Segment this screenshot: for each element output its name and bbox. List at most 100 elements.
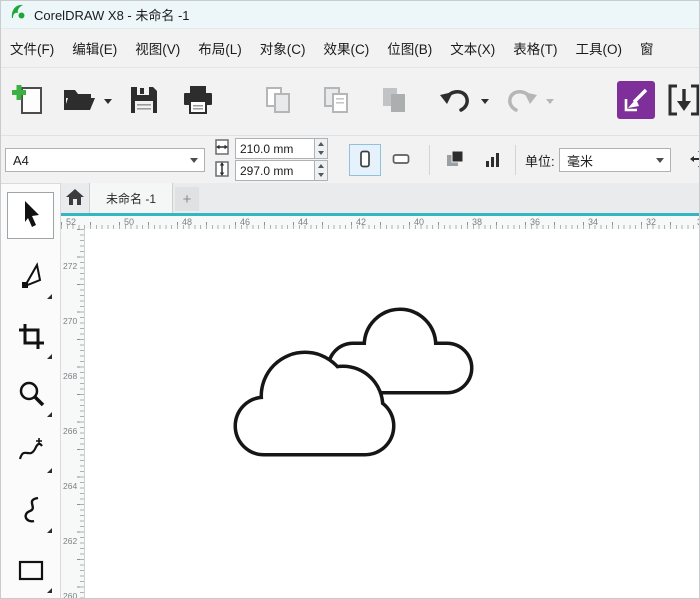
menu-table[interactable]: 表格(T) [504, 29, 566, 67]
ruler-number: 266 [63, 426, 78, 436]
portrait-button[interactable] [349, 144, 381, 176]
units-label: 单位: [525, 153, 555, 169]
paste-button[interactable] [372, 76, 416, 128]
drawing-canvas[interactable] [85, 229, 699, 598]
ruler-number: 270 [63, 316, 78, 326]
flyout-arrow-icon [47, 294, 52, 299]
new-tab-button[interactable]: + [175, 187, 199, 211]
page-height-spinner[interactable] [315, 160, 328, 181]
save-button[interactable] [122, 76, 166, 128]
menu-layout[interactable]: 布局(L) [189, 29, 251, 67]
all-pages-button[interactable] [439, 144, 471, 176]
home-icon [65, 188, 85, 209]
page-artwork [233, 307, 474, 457]
page-height-input[interactable] [235, 160, 315, 181]
shape-tool-icon [16, 261, 46, 294]
ruler-number: 48 [182, 217, 193, 227]
page-size-value: A4 [13, 152, 29, 168]
menu-tools[interactable]: 工具(O) [567, 29, 632, 67]
ruler-number: 260 [63, 591, 78, 599]
ruler-number: 52 [66, 217, 77, 227]
flyout-arrow-icon [47, 354, 52, 359]
ruler-number: 36 [530, 217, 541, 227]
flyout-arrow-icon [47, 468, 52, 473]
freehand-tool[interactable] [7, 428, 54, 475]
spin-up-icon[interactable] [315, 161, 327, 171]
export-button[interactable] [662, 76, 699, 128]
shape-tool[interactable] [7, 254, 54, 301]
nudge-offset-button[interactable] [685, 144, 699, 176]
ruler-number: 40 [414, 217, 425, 227]
chevron-down-icon [480, 99, 489, 104]
print-button[interactable] [176, 76, 220, 128]
menu-window[interactable]: 窗 [631, 29, 663, 67]
plus-icon: + [182, 190, 192, 208]
import-button[interactable] [614, 76, 658, 128]
crop-tool[interactable] [7, 314, 54, 361]
ruler-number: 272 [63, 261, 78, 271]
current-page-button[interactable] [477, 144, 509, 176]
page-height-icon [213, 160, 231, 181]
ruler-number: 44 [298, 217, 309, 227]
flyout-arrow-icon [47, 528, 52, 533]
crop-tool-icon [16, 321, 46, 354]
copy-icon [320, 84, 352, 119]
freehand-tool-icon [16, 435, 46, 468]
page-size-select[interactable]: A4 [5, 148, 205, 172]
open-dropdown[interactable] [101, 76, 114, 128]
redo-dropdown[interactable] [543, 76, 556, 128]
ruler-number: 268 [63, 371, 78, 381]
open-folder-icon [61, 84, 97, 119]
spin-down-icon[interactable] [315, 149, 327, 159]
spin-up-icon[interactable] [315, 139, 327, 149]
ruler-number: 262 [63, 536, 78, 546]
redo-button[interactable] [499, 76, 543, 128]
undo-icon [440, 85, 472, 118]
page-width-icon [213, 138, 231, 159]
copy-button[interactable] [314, 76, 358, 128]
rectangle-tool-icon [16, 555, 46, 588]
page-width-input[interactable] [235, 138, 315, 159]
document-tab[interactable]: 未命名 -1 [89, 183, 173, 213]
menu-file[interactable]: 文件(F) [1, 29, 63, 67]
bspline-tool[interactable] [7, 488, 54, 535]
home-button[interactable] [61, 183, 89, 213]
import-icon [616, 80, 656, 123]
ruler-number: 34 [588, 217, 599, 227]
vertical-ruler[interactable]: 272 270 268 266 264 262 260 [61, 229, 85, 599]
print-icon [181, 84, 215, 119]
portrait-icon [355, 149, 375, 172]
zoom-tool[interactable] [7, 372, 54, 419]
chevron-down-icon [545, 99, 554, 104]
zoom-tool-icon [16, 379, 46, 412]
menu-edit[interactable]: 编辑(E) [63, 29, 126, 67]
units-select[interactable]: 毫米 [559, 148, 671, 172]
coreldraw-logo-icon [9, 3, 27, 26]
rectangle-tool[interactable] [7, 548, 54, 595]
undo-button[interactable] [434, 76, 478, 128]
ruler-number: 32 [646, 217, 657, 227]
document-tab-label: 未命名 -1 [105, 191, 156, 206]
spin-down-icon[interactable] [315, 171, 327, 181]
new-document-button[interactable] [7, 76, 51, 128]
chevron-down-icon [656, 157, 664, 163]
menu-view[interactable]: 视图(V) [126, 29, 189, 67]
undo-dropdown[interactable] [478, 76, 491, 128]
pick-tool[interactable] [7, 192, 54, 239]
window-title: CorelDRAW X8 - 未命名 -1 [34, 8, 190, 23]
flyout-arrow-icon [47, 412, 52, 417]
horizontal-ruler[interactable]: 52 50 48 46 44 42 40 38 36 34 32 30 [61, 213, 699, 229]
open-button[interactable] [57, 76, 101, 128]
cut-icon [262, 84, 294, 119]
menu-text[interactable]: 文本(X) [441, 29, 504, 67]
menu-effects[interactable]: 效果(C) [315, 29, 379, 67]
bspline-tool-icon [16, 495, 46, 528]
menu-object[interactable]: 对象(C) [251, 29, 315, 67]
paste-icon [378, 84, 410, 119]
cut-button[interactable] [256, 76, 300, 128]
page-width-spinner[interactable] [315, 138, 328, 159]
menu-bitmaps[interactable]: 位图(B) [378, 29, 441, 67]
chevron-down-icon [190, 157, 198, 163]
landscape-button[interactable] [385, 144, 417, 176]
new-document-icon [12, 83, 46, 120]
